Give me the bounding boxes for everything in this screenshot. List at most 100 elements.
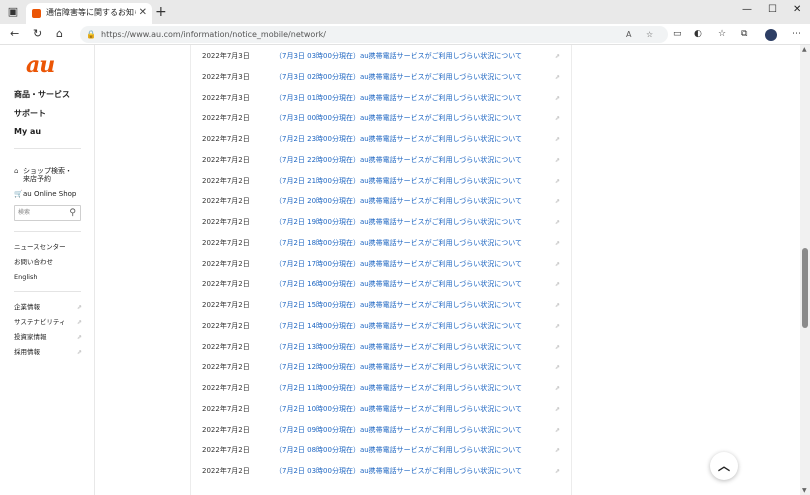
notice-date: 2022年7月2日	[202, 321, 250, 330]
notice-row[interactable]: 2022年7月2日 （7月2日 21時00分現在）au携帯電話サービスがご利用しづ…	[191, 171, 573, 192]
divider	[14, 231, 81, 232]
favorites-icon[interactable]: ☆	[718, 28, 726, 41]
english-link[interactable]: English	[14, 273, 37, 282]
news-center-link[interactable]: ニュースセンター	[14, 243, 66, 252]
notice-title-link[interactable]: （7月3日 00時00分現在）au携帯電話サービスがご利用しづらい状況について	[275, 114, 522, 123]
notice-row[interactable]: 2022年7月2日 （7月2日 14時00分現在）au携帯電話サービスがご利用しづ…	[191, 316, 573, 337]
notice-row[interactable]: 2022年7月2日 （7月2日 10時00分現在）au携帯電話サービスがご利用しづ…	[191, 399, 573, 420]
notice-row[interactable]: 2022年7月2日 （7月2日 03時00分現在）au携帯電話サービスがご利用しづ…	[191, 461, 573, 482]
more-menu-icon[interactable]: ⋯	[792, 28, 801, 41]
notice-row[interactable]: 2022年7月2日 （7月2日 12時00分現在）au携帯電話サービスがご利用しづ…	[191, 357, 573, 378]
corporate-info-link[interactable]: 企業情報 ⇗	[14, 303, 82, 312]
investor-info-link[interactable]: 投資家情報 ⇗	[14, 333, 82, 342]
notice-title-link[interactable]: （7月3日 02時00分現在）au携帯電話サービスがご利用しづらい状況について	[275, 73, 522, 82]
search-input[interactable]: 検索 ⚲	[14, 205, 81, 221]
notice-row[interactable]: 2022年7月2日 （7月2日 20時00分現在）au携帯電話サービスがご利用しづ…	[191, 191, 573, 212]
notice-date: 2022年7月2日	[202, 155, 250, 164]
notice-row[interactable]: 2022年7月2日 （7月2日 23時00分現在）au携帯電話サービスがご利用しづ…	[191, 129, 573, 150]
extension-icon[interactable]: ▭	[673, 28, 682, 41]
nav-products-services[interactable]: 商品・サービス	[14, 89, 70, 100]
corporate-info-label: 企業情報	[14, 303, 40, 311]
browser-essentials-icon[interactable]: ◐	[694, 28, 702, 41]
notice-title-link[interactable]: （7月2日 15時00分現在）au携帯電話サービスがご利用しづらい状況について	[275, 301, 522, 310]
notice-row[interactable]: 2022年7月2日 （7月2日 08時00分現在）au携帯電話サービスがご利用しづ…	[191, 440, 573, 461]
notice-title-link[interactable]: （7月2日 12時00分現在）au携帯電話サービスがご利用しづらい状況について	[275, 363, 522, 372]
read-aloud-icon[interactable]: A	[626, 28, 631, 41]
notice-row[interactable]: 2022年7月2日 （7月2日 18時00分現在）au携帯電話サービスがご利用しづ…	[191, 233, 573, 254]
page-scrollbar[interactable]: ▲ ▼	[800, 45, 810, 495]
nav-my-au[interactable]: My au	[14, 127, 41, 136]
search-icon[interactable]: ⚲	[69, 207, 76, 219]
notice-row[interactable]: 2022年7月3日 （7月3日 03時00分現在）au携帯電話サービスがご利用しづ…	[191, 46, 573, 67]
notice-date: 2022年7月2日	[202, 197, 250, 206]
nav-support[interactable]: サポート	[14, 108, 46, 119]
notice-row[interactable]: 2022年7月3日 （7月3日 02時00分現在）au携帯電話サービスがご利用しづ…	[191, 67, 573, 88]
notice-title-link[interactable]: （7月2日 10時00分現在）au携帯電話サービスがご利用しづらい状況について	[275, 405, 522, 414]
external-link-icon: ⇗	[555, 177, 561, 185]
scrollbar-thumb[interactable]	[802, 247, 808, 328]
collections-icon[interactable]: ⧉	[741, 28, 747, 41]
notice-date: 2022年7月3日	[202, 72, 250, 81]
notice-title-link[interactable]: （7月2日 11時00分現在）au携帯電話サービスがご利用しづらい状況について	[275, 384, 522, 393]
tab-actions-icon[interactable]: ▣	[6, 5, 20, 19]
home-icon[interactable]: ⌂	[56, 26, 63, 42]
close-window-button[interactable]: ✕	[793, 3, 801, 17]
favorite-star-icon[interactable]: ☆	[646, 28, 653, 41]
notice-title-link[interactable]: （7月2日 08時00分現在）au携帯電話サービスがご利用しづらい状況について	[275, 446, 522, 455]
new-tab-button[interactable]: +	[155, 3, 167, 21]
notice-row[interactable]: 2022年7月3日 （7月3日 01時00分現在）au携帯電話サービスがご利用しづ…	[191, 88, 573, 109]
recruit-link[interactable]: 採用情報 ⇗	[14, 348, 82, 357]
profile-avatar[interactable]	[765, 29, 777, 41]
notice-title-link[interactable]: （7月2日 17時00分現在）au携帯電話サービスがご利用しづらい状況について	[275, 260, 522, 269]
investor-info-label: 投資家情報	[14, 333, 47, 341]
notice-title-link[interactable]: （7月2日 20時00分現在）au携帯電話サービスがご利用しづらい状況について	[275, 197, 522, 206]
notice-title-link[interactable]: （7月2日 14時00分現在）au携帯電話サービスがご利用しづらい状況について	[275, 322, 522, 331]
minimize-button[interactable]: —	[742, 3, 752, 17]
notice-date: 2022年7月3日	[202, 52, 250, 60]
online-shop-link[interactable]: 🛒au Online Shop	[14, 190, 76, 198]
contact-link[interactable]: お問い合わせ	[14, 258, 53, 267]
notice-title-link[interactable]: （7月2日 13時00分現在）au携帯電話サービスがご利用しづらい状況について	[275, 343, 522, 352]
notice-title-link[interactable]: （7月2日 03時00分現在）au携帯電話サービスがご利用しづらい状況について	[275, 467, 522, 476]
back-arrow-icon[interactable]: ←	[10, 26, 19, 42]
maximize-button[interactable]: ☐	[768, 3, 777, 17]
notice-row[interactable]: 2022年7月2日 （7月2日 16時00分現在）au携帯電話サービスがご利用しづ…	[191, 274, 573, 295]
external-link-icon: ⇗	[555, 385, 561, 392]
refresh-icon[interactable]: ↻	[33, 26, 42, 42]
notice-title-link[interactable]: （7月2日 19時00分現在）au携帯電話サービスがご利用しづらい状況について	[275, 218, 522, 227]
notice-row[interactable]: 2022年7月2日 （7月2日 17時00分現在）au携帯電話サービスがご利用しづ…	[191, 254, 573, 275]
tab-bar: ▣ 通信障害等に関するお知らせ｜スマ ✕ + — ☐ ✕	[0, 0, 810, 24]
notice-date: 2022年7月2日	[202, 342, 250, 351]
notice-title-link[interactable]: （7月3日 03時00分現在）au携帯電話サービスがご利用しづらい状況について	[275, 52, 522, 61]
external-link-icon: ⇗	[555, 468, 561, 475]
notice-row[interactable]: 2022年7月2日 （7月2日 19時00分現在）au携帯電話サービスがご利用しづ…	[191, 212, 573, 233]
notice-title-link[interactable]: （7月2日 23時00分現在）au携帯電話サービスがご利用しづらい状況について	[275, 135, 522, 144]
notice-title-link[interactable]: （7月2日 16時00分現在）au携帯電話サービスがご利用しづらい状況について	[275, 280, 522, 289]
notice-row[interactable]: 2022年7月2日 （7月2日 13時00分現在）au携帯電話サービスがご利用しづ…	[191, 337, 573, 358]
notice-title-link[interactable]: （7月2日 09時00分現在）au携帯電話サービスがご利用しづらい状況について	[275, 426, 522, 435]
notice-title-link[interactable]: （7月3日 01時00分現在）au携帯電話サービスがご利用しづらい状況について	[275, 94, 522, 103]
shop-search-link[interactable]: ⌂ ショップ検索・ 来店予約	[14, 167, 72, 183]
tab-close-icon[interactable]: ✕	[139, 6, 147, 20]
external-link-icon: ⇗	[76, 319, 82, 326]
online-shop-label: au Online Shop	[23, 190, 77, 198]
external-link-icon: ⇗	[555, 343, 561, 351]
notice-date: 2022年7月2日	[202, 259, 250, 268]
back-to-top-button[interactable]: ︿	[710, 452, 738, 480]
scroll-down-icon[interactable]: ▼	[802, 487, 807, 494]
au-logo[interactable]: au	[26, 52, 55, 78]
tab-active[interactable]: 通信障害等に関するお知らせ｜スマ ✕	[26, 3, 152, 24]
notice-row[interactable]: 2022年7月2日 （7月2日 11時00分現在）au携帯電話サービスがご利用しづ…	[191, 378, 573, 399]
notice-row[interactable]: 2022年7月2日 （7月2日 22時00分現在）au携帯電話サービスがご利用しづ…	[191, 150, 573, 171]
shop-search-label: ショップ検索・	[23, 167, 72, 175]
sustainability-link[interactable]: サステナビリティ ⇗	[14, 318, 82, 327]
address-bar[interactable]: 🔒 https://www.au.com/information/notice_…	[80, 26, 668, 43]
notice-row[interactable]: 2022年7月2日 （7月2日 09時00分現在）au携帯電話サービスがご利用しづ…	[191, 420, 573, 441]
notice-row[interactable]: 2022年7月2日 （7月2日 15時00分現在）au携帯電話サービスがご利用しづ…	[191, 295, 573, 316]
notice-row[interactable]: 2022年7月2日 （7月3日 00時00分現在）au携帯電話サービスがご利用しづ…	[191, 108, 573, 129]
external-link-icon: ⇗	[555, 53, 561, 60]
notice-title-link[interactable]: （7月2日 18時00分現在）au携帯電話サービスがご利用しづらい状況について	[275, 239, 522, 248]
notice-title-link[interactable]: （7月2日 21時00分現在）au携帯電話サービスがご利用しづらい状況について	[275, 177, 522, 186]
scroll-up-icon[interactable]: ▲	[802, 46, 807, 53]
notice-title-link[interactable]: （7月2日 22時00分現在）au携帯電話サービスがご利用しづらい状況について	[275, 156, 522, 165]
